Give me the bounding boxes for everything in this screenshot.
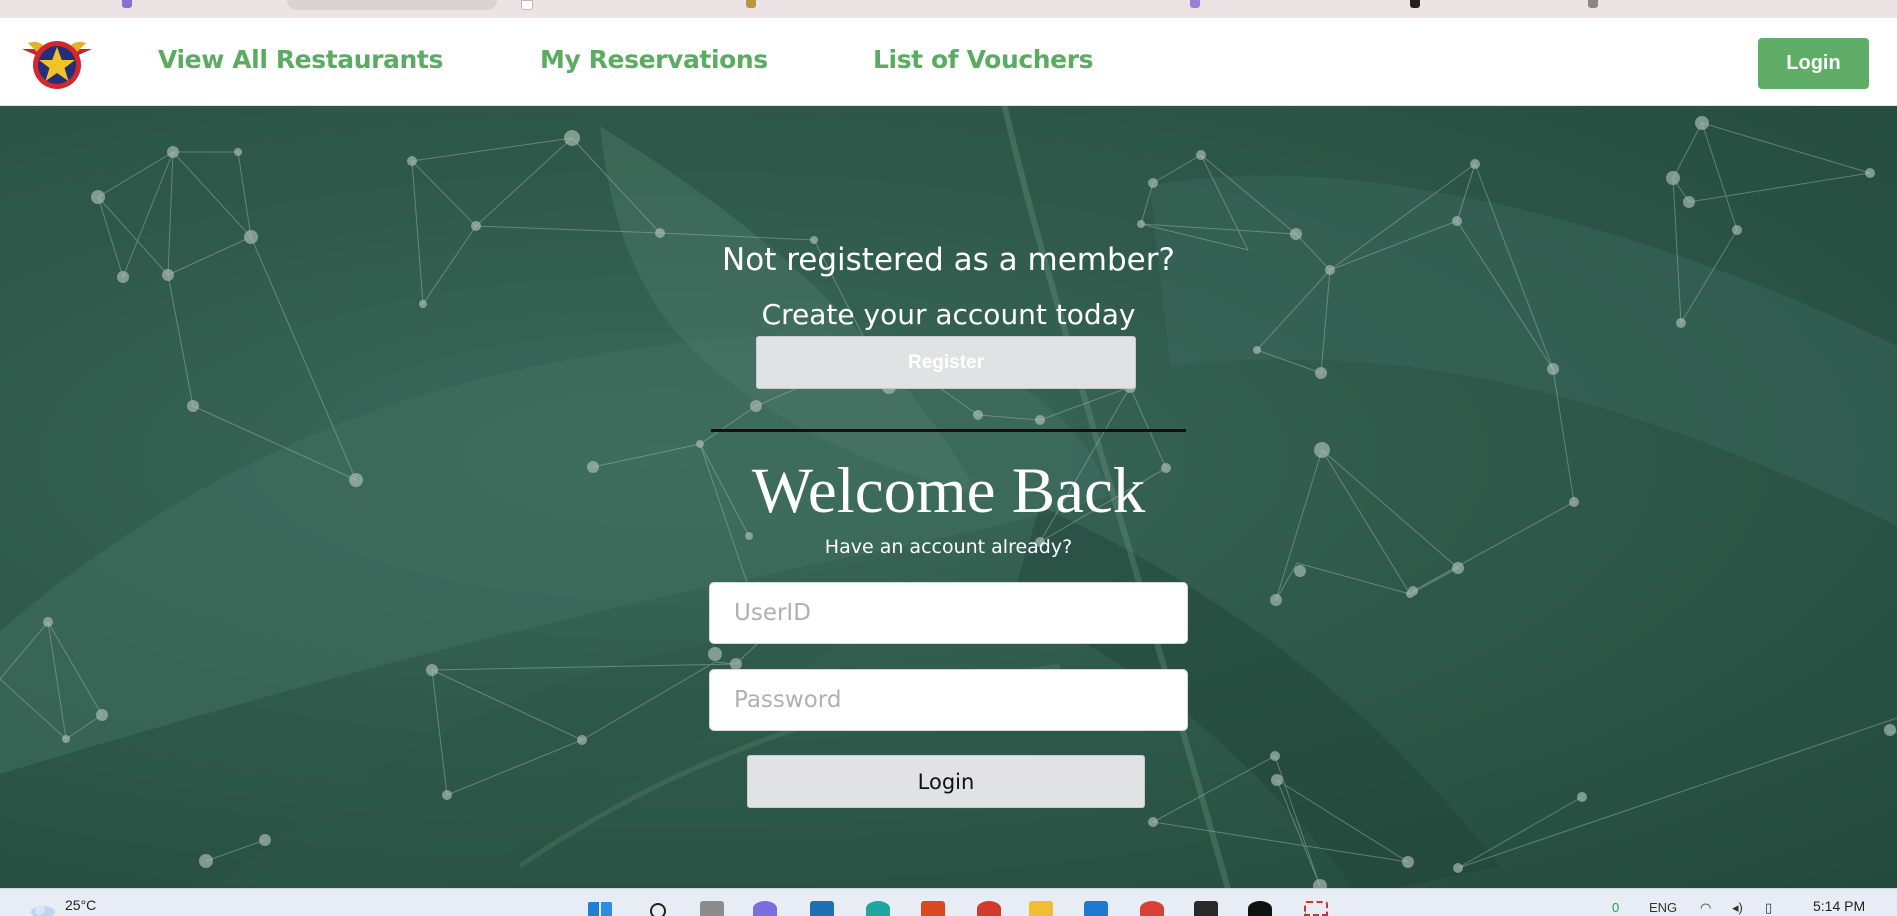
hero-background: Not registered as a member? Create your … — [0, 106, 1897, 888]
nav-link-list-of-vouchers[interactable]: List of Vouchers — [873, 45, 1094, 74]
password-input[interactable] — [709, 669, 1188, 731]
microsoft-store-icon[interactable] — [810, 901, 834, 916]
login-submit-button[interactable]: Login — [747, 755, 1145, 808]
register-button[interactable]: Register — [756, 336, 1136, 389]
browser-tab-strip — [0, 0, 1897, 19]
nav-link-my-reservations[interactable]: My Reservations — [540, 45, 768, 74]
snipping-tool-icon[interactable] — [1304, 901, 1328, 916]
taskbar-clock[interactable]: 5:14 PM — [1813, 898, 1865, 914]
volume-icon[interactable]: ◂) — [1732, 900, 1743, 916]
captain-marvel-star-logo[interactable] — [20, 29, 94, 93]
task-view-icon[interactable] — [700, 901, 724, 916]
language-indicator[interactable]: ENG — [1649, 900, 1677, 915]
tab-favicon-icon[interactable] — [1588, 0, 1598, 8]
office-icon[interactable] — [921, 901, 945, 916]
weather-temperature[interactable]: 25°C — [65, 897, 96, 913]
top-navbar: View All Restaurants My Reservations Lis… — [0, 18, 1897, 106]
register-subprompt: Create your account today — [761, 298, 1136, 331]
edge-browser-icon[interactable] — [866, 901, 890, 916]
tab-favicon-icon[interactable] — [1410, 0, 1420, 8]
notification-count[interactable]: 0 — [1612, 900, 1619, 915]
tab-favicon-icon[interactable] — [1190, 0, 1200, 8]
chrome-icon[interactable] — [1140, 901, 1164, 916]
active-browser-tab[interactable] — [287, 0, 497, 10]
wifi-icon[interactable]: ◠ — [1700, 900, 1711, 916]
userid-input[interactable] — [709, 582, 1188, 644]
login-subheading: Have an account already? — [824, 536, 1073, 558]
app-circle-icon[interactable] — [977, 901, 1001, 916]
terminal-icon[interactable] — [1194, 901, 1218, 916]
section-divider — [711, 429, 1186, 432]
tab-favicon-icon[interactable] — [746, 0, 756, 8]
windows-taskbar: 25°C 0 ENG ◠ ◂) ▯ 5:14 PM — [0, 888, 1897, 916]
pinned-app-icon[interactable] — [1084, 901, 1108, 916]
battery-icon[interactable]: ▯ — [1765, 900, 1772, 916]
tab-favicon-icon[interactable] — [122, 0, 132, 8]
file-explorer-icon[interactable] — [1029, 901, 1053, 916]
tab-favicon-icon[interactable] — [521, 0, 533, 10]
windows-start-icon[interactable] — [588, 901, 612, 916]
teams-chat-icon[interactable] — [753, 901, 777, 916]
search-icon[interactable] — [648, 901, 672, 916]
cloud-icon[interactable] — [30, 902, 56, 916]
nav-link-view-all-restaurants[interactable]: View All Restaurants — [158, 45, 443, 74]
github-icon[interactable] — [1248, 901, 1272, 916]
register-prompt: Not registered as a member? — [722, 242, 1175, 278]
welcome-heading: Welcome Back — [751, 455, 1146, 527]
header-login-button[interactable]: Login — [1758, 38, 1869, 89]
